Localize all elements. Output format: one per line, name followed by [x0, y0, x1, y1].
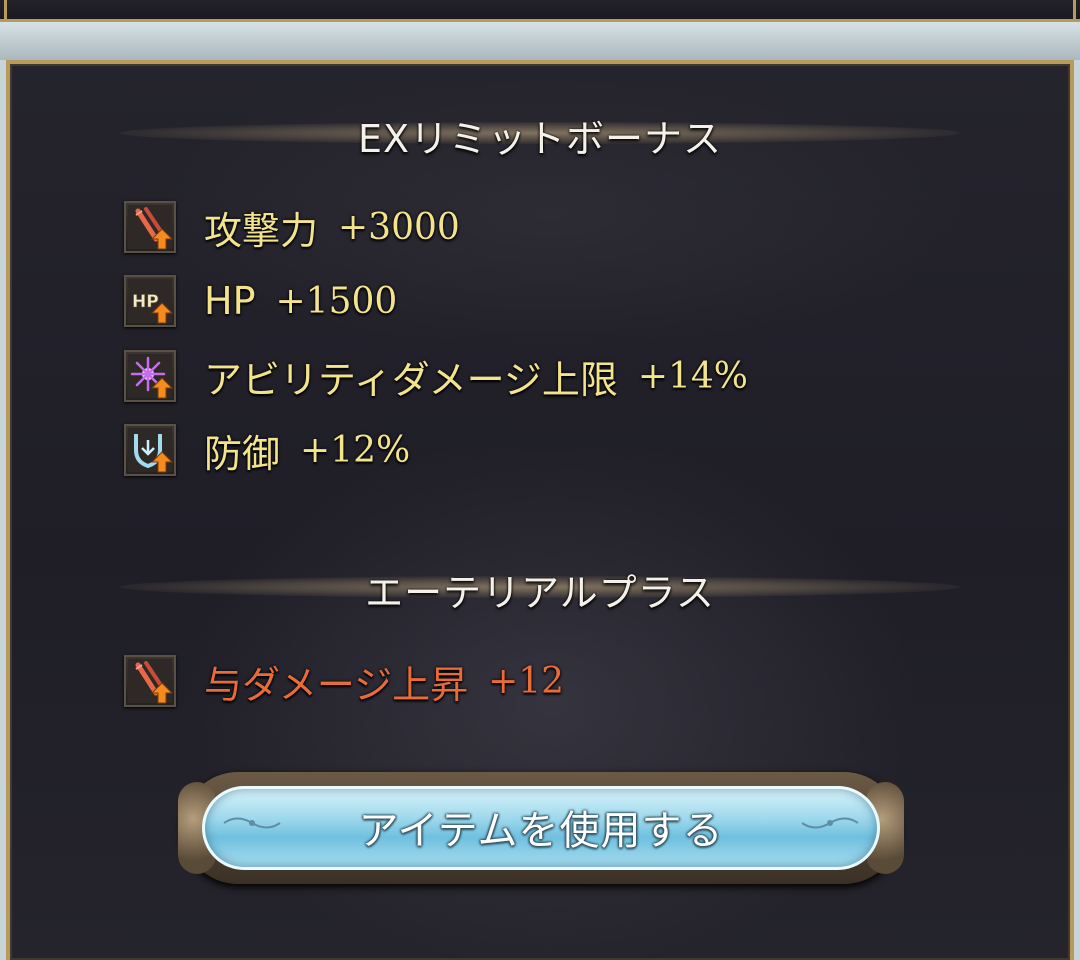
panel-gap	[0, 22, 1080, 60]
defense-up-icon	[124, 424, 176, 476]
defense-label: 防御	[204, 431, 281, 476]
ethereal-plus-header: エーテリアルプラス	[120, 556, 960, 616]
bonus-row-ability-damage-cap: アビリティダメージ上限 +14%	[124, 348, 748, 404]
use-item-button[interactable]: アイテムを使用する	[178, 772, 904, 884]
ex-limit-header: EXリミットボーナス	[120, 102, 960, 162]
bonus-row-defense: 防御 +12%	[124, 422, 410, 478]
ethereal-plus-title: エーテリアルプラス	[365, 571, 715, 615]
hp-value: +1500	[275, 280, 398, 322]
svg-text:HP: HP	[132, 292, 159, 312]
bonus-row-damage-dealt: 与ダメージ上昇 +12	[124, 653, 564, 709]
bonus-row-attack: 攻撃力 +3000	[124, 199, 460, 255]
ability-damage-cap-up-icon	[124, 350, 176, 402]
ability-damage-cap-value: +14%	[637, 355, 749, 397]
hp-up-icon: HP	[124, 275, 176, 327]
hp-label: HP	[204, 279, 256, 323]
defense-value: +12%	[300, 429, 411, 471]
attack-up-icon	[124, 201, 176, 253]
bonus-row-hp: HP HP +1500	[124, 273, 397, 329]
attack-value: +3000	[338, 206, 460, 248]
damage-dealt-label: 与ダメージ上昇	[204, 662, 469, 707]
attack-label: 攻撃力	[204, 208, 319, 253]
use-item-button-label: アイテムを使用する	[358, 808, 724, 854]
damage-dealt-up-icon	[124, 655, 176, 707]
ex-limit-title: EXリミットボーナス	[357, 117, 723, 161]
ability-damage-cap-label: アビリティダメージ上限	[204, 357, 618, 402]
damage-dealt-value: +12	[488, 660, 565, 702]
top-panel	[0, 0, 1080, 22]
